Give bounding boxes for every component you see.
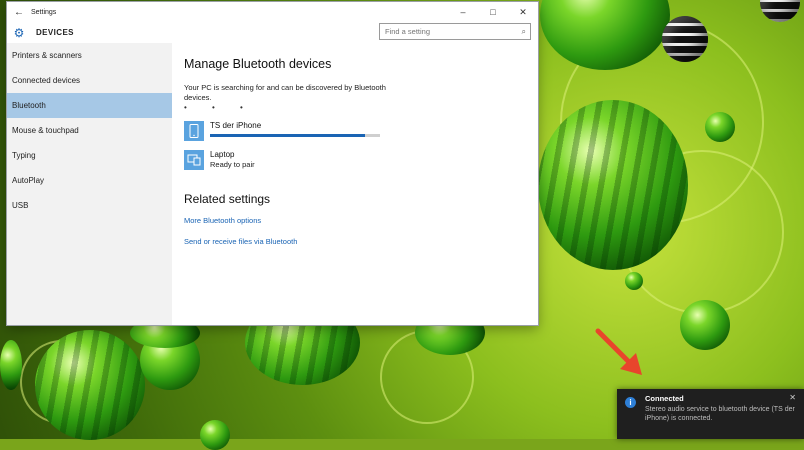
pairing-progress-fill (210, 134, 365, 137)
settings-header: ⚙ DEVICES ⌕ (7, 22, 538, 43)
gear-icon: ⚙ (13, 25, 25, 40)
phone-icon (184, 121, 204, 141)
title-bar: ← Settings – □ ✕ (7, 2, 538, 22)
annotation-arrow-icon (595, 328, 642, 375)
device-name: TS der iPhone (210, 121, 262, 130)
minimize-button[interactable]: – (448, 2, 478, 22)
sidebar: Printers & scanners Connected devices Bl… (7, 43, 172, 325)
toast-close-icon[interactable]: ✕ (789, 393, 796, 402)
page-title: Manage Bluetooth devices (184, 57, 332, 71)
wallpaper-sphere (35, 330, 145, 440)
sidebar-item-usb[interactable]: USB (7, 193, 172, 218)
main-content: Manage Bluetooth devices Your PC is sear… (184, 43, 534, 325)
sidebar-item-printers-scanners[interactable]: Printers & scanners (7, 43, 172, 68)
device-name: Laptop (210, 150, 235, 159)
window-title: Settings (31, 8, 57, 16)
settings-window: ← Settings – □ ✕ ⚙ DEVICES ⌕ Printers & … (7, 2, 538, 325)
wallpaper-striped-sphere (760, 0, 800, 22)
maximize-button[interactable]: □ (478, 2, 508, 22)
related-settings-heading: Related settings (184, 192, 271, 206)
device-info: TS der iPhone (210, 121, 380, 137)
sidebar-item-autoplay[interactable]: AutoPlay (7, 168, 172, 193)
toast-notification[interactable]: i Connected Stereo audio service to blue… (617, 389, 804, 439)
window-controls: – □ ✕ (448, 2, 538, 22)
wallpaper-sphere (705, 112, 735, 142)
laptop-icon (184, 150, 204, 170)
sidebar-item-typing[interactable]: Typing (7, 143, 172, 168)
device-item-laptop[interactable]: Laptop Ready to pair (184, 150, 534, 170)
sidebar-item-mouse-touchpad[interactable]: Mouse & touchpad (7, 118, 172, 143)
device-item-iphone[interactable]: TS der iPhone (184, 121, 534, 141)
wallpaper-sphere (0, 340, 22, 390)
toast-message: Stereo audio service to bluetooth device… (645, 406, 795, 422)
pairing-progress-bar (210, 134, 380, 137)
searching-dots: • • • (184, 103, 243, 112)
send-receive-files-link[interactable]: Send or receive files via Bluetooth (184, 237, 534, 246)
search-input[interactable] (380, 27, 515, 36)
wallpaper-sphere (680, 300, 730, 350)
wallpaper-sphere (625, 272, 643, 290)
search-status-text: Your PC is searching for and can be disc… (184, 83, 386, 102)
more-bluetooth-options-link[interactable]: More Bluetooth options (184, 216, 534, 225)
close-button[interactable]: ✕ (508, 2, 538, 22)
sidebar-item-bluetooth[interactable]: Bluetooth (7, 93, 172, 118)
back-arrow-icon[interactable]: ← (7, 7, 31, 18)
wallpaper-sphere (538, 100, 688, 270)
search-box[interactable]: ⌕ (379, 23, 531, 40)
sidebar-item-connected-devices[interactable]: Connected devices (7, 68, 172, 93)
wallpaper-striped-sphere (662, 16, 708, 62)
info-icon: i (625, 397, 636, 408)
device-status: Ready to pair (210, 160, 255, 169)
device-info: Laptop Ready to pair (210, 150, 255, 169)
search-icon[interactable]: ⌕ (522, 27, 526, 37)
section-title: DEVICES (36, 28, 74, 37)
toast-title: Connected (645, 394, 684, 403)
wallpaper-sphere (200, 420, 230, 450)
